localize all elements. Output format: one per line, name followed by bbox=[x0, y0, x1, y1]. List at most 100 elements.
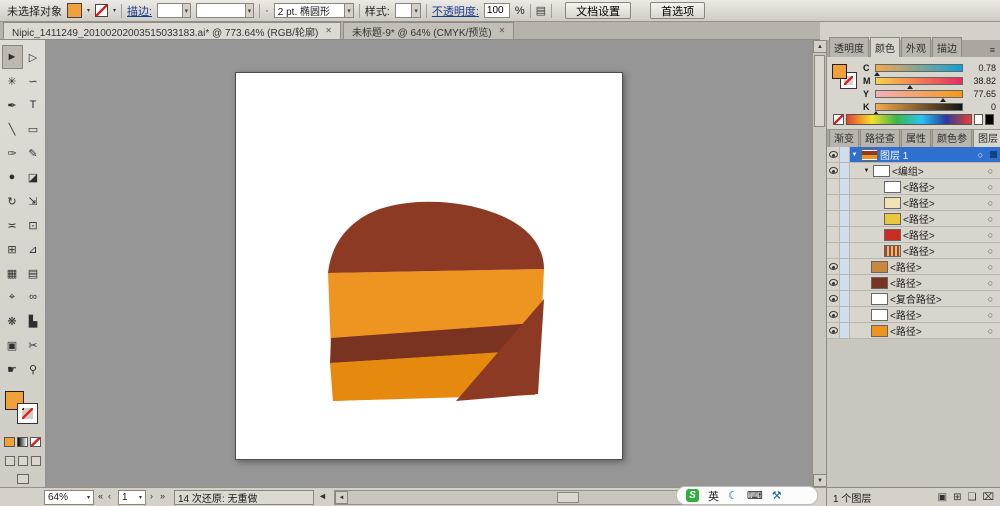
target-circle-icon[interactable]: ○ bbox=[984, 182, 997, 192]
first-page-button[interactable]: « bbox=[98, 491, 103, 501]
shape-builder-tool[interactable]: ⊞ bbox=[2, 237, 23, 261]
blend-tool[interactable]: ∞ bbox=[23, 285, 44, 309]
mesh-tool[interactable]: ▦ bbox=[2, 261, 23, 285]
selection-tool[interactable]: ► bbox=[2, 45, 23, 69]
variable-width-select[interactable]: ▾ bbox=[196, 3, 254, 18]
visibility-toggle[interactable] bbox=[827, 163, 840, 178]
opacity-input[interactable] bbox=[484, 3, 510, 18]
layer-row-path[interactable]: <路径> ○ bbox=[827, 179, 1000, 195]
lock-column[interactable] bbox=[840, 179, 850, 194]
sogou-logo-icon[interactable]: S bbox=[686, 489, 699, 502]
black-swatch[interactable] bbox=[985, 114, 994, 125]
zoom-tool[interactable]: ⚲ bbox=[23, 357, 44, 381]
next-page-button[interactable]: › bbox=[150, 491, 153, 501]
blob-brush-tool[interactable]: ● bbox=[2, 165, 23, 189]
artboard-tool[interactable]: ▣ bbox=[2, 333, 23, 357]
document-setup-button[interactable]: 文档设置 bbox=[565, 2, 631, 19]
lock-column[interactable] bbox=[840, 163, 850, 178]
tab-layers[interactable]: 图层 bbox=[973, 127, 1000, 147]
fill-dropdown-arrow[interactable]: ▾ bbox=[87, 7, 90, 14]
layer-label[interactable]: <复合路径> bbox=[890, 291, 982, 306]
layer-row-path[interactable]: <路径> ○ bbox=[827, 275, 1000, 291]
layer-label[interactable]: <路径> bbox=[903, 179, 982, 194]
slider-marker[interactable] bbox=[907, 85, 913, 89]
draw-inside-mode[interactable] bbox=[31, 456, 41, 466]
layer-row-path[interactable]: <路径> ○ bbox=[827, 307, 1000, 323]
visibility-toggle[interactable] bbox=[827, 323, 840, 338]
target-circle-icon[interactable]: ○ bbox=[984, 262, 997, 272]
visibility-toggle[interactable] bbox=[827, 147, 840, 162]
close-icon[interactable]: ✕ bbox=[325, 27, 332, 35]
yellow-value[interactable]: 77.65 bbox=[966, 89, 996, 99]
target-circle-icon[interactable]: ○ bbox=[984, 198, 997, 208]
preferences-button[interactable]: 首选项 bbox=[650, 2, 705, 19]
cyan-slider[interactable] bbox=[875, 64, 963, 72]
layer-row-path[interactable]: <路径> ○ bbox=[827, 195, 1000, 211]
expand-arrow-icon[interactable]: ▼ bbox=[862, 168, 871, 174]
layer-row-group[interactable]: ▼ <编组> ○ bbox=[827, 163, 1000, 179]
yellow-slider[interactable] bbox=[875, 90, 963, 98]
layer-label[interactable]: 图层 1 bbox=[880, 147, 972, 162]
brush-definition-select[interactable]: 2 pt. 椭圆形▾ bbox=[274, 3, 354, 18]
page-number-select[interactable]: 1 ▾ bbox=[118, 490, 146, 505]
make-mask-icon[interactable]: ▣ bbox=[938, 492, 947, 503]
opacity-panel-link[interactable]: 不透明度: bbox=[432, 3, 479, 19]
visibility-toggle[interactable] bbox=[827, 307, 840, 322]
lock-column[interactable] bbox=[840, 291, 850, 306]
target-circle-icon[interactable]: ○ bbox=[984, 230, 997, 240]
lock-column[interactable] bbox=[840, 243, 850, 258]
document-tab-1[interactable]: Nipic_1411249_20100202003515033183.ai* @… bbox=[3, 22, 341, 39]
tab-color-guide[interactable]: 颜色参 bbox=[932, 127, 972, 147]
stroke-weight-select[interactable]: ▾ bbox=[157, 3, 191, 18]
scroll-down-icon[interactable]: ▼ bbox=[813, 474, 827, 487]
color-button[interactable] bbox=[4, 437, 15, 447]
visibility-toggle[interactable] bbox=[827, 179, 840, 194]
new-layer-icon[interactable]: ❏ bbox=[968, 492, 977, 503]
white-swatch[interactable] bbox=[974, 114, 983, 125]
target-circle-icon[interactable]: ○ bbox=[984, 310, 997, 320]
layer-row-path[interactable]: <路径> ○ bbox=[827, 243, 1000, 259]
target-circle-icon[interactable]: ○ bbox=[984, 278, 997, 288]
lock-column[interactable] bbox=[840, 211, 850, 226]
cake-top-dome[interactable] bbox=[328, 202, 544, 273]
recolor-artwork-icon[interactable]: ▤ bbox=[536, 4, 546, 17]
column-graph-tool[interactable]: ▙ bbox=[23, 309, 44, 333]
none-swatch[interactable] bbox=[833, 114, 844, 125]
layer-row-path[interactable]: <路径> ○ bbox=[827, 259, 1000, 275]
lock-column[interactable] bbox=[840, 195, 850, 210]
prev-page-button[interactable]: ‹ bbox=[108, 491, 111, 501]
draw-normal-mode[interactable] bbox=[5, 456, 15, 466]
new-sublayer-icon[interactable]: ⊞ bbox=[953, 492, 961, 503]
hand-tool[interactable]: ☛ bbox=[2, 357, 23, 381]
tab-color[interactable]: 颜色 bbox=[870, 37, 900, 57]
slider-marker[interactable] bbox=[874, 72, 880, 76]
cake-illustration[interactable] bbox=[236, 73, 624, 461]
expand-arrow-icon[interactable]: ▼ bbox=[850, 152, 859, 158]
layer-row-path[interactable]: <路径> ○ bbox=[827, 211, 1000, 227]
vertical-scroll-thumb[interactable] bbox=[814, 55, 825, 127]
eraser-tool[interactable]: ◪ bbox=[23, 165, 44, 189]
vertical-scrollbar[interactable]: ▲ ▼ bbox=[812, 40, 826, 487]
cyan-value[interactable]: 0.78 bbox=[966, 63, 996, 73]
width-tool[interactable]: ≍ bbox=[2, 213, 23, 237]
last-page-button[interactable]: » bbox=[160, 491, 165, 501]
draw-behind-mode[interactable] bbox=[18, 456, 28, 466]
black-value[interactable]: 0 bbox=[966, 102, 996, 112]
lock-column[interactable] bbox=[840, 227, 850, 242]
stroke-panel-link[interactable]: 描边: bbox=[127, 3, 152, 19]
keyboard-icon[interactable]: ⌨ bbox=[747, 489, 763, 502]
layer-row-compound-path[interactable]: <复合路径> ○ bbox=[827, 291, 1000, 307]
target-circle-icon[interactable]: ○ bbox=[984, 294, 997, 304]
target-circle-icon[interactable]: ○ bbox=[974, 150, 987, 160]
zoom-level-select[interactable]: 64% ▾ bbox=[44, 490, 94, 505]
color-spectrum-bar[interactable] bbox=[846, 114, 972, 125]
lock-column[interactable] bbox=[840, 323, 850, 338]
fill-stroke-indicator[interactable] bbox=[3, 389, 43, 429]
type-tool[interactable]: T bbox=[23, 93, 44, 117]
visibility-toggle[interactable] bbox=[827, 227, 840, 242]
pencil-tool[interactable]: ✎ bbox=[23, 141, 44, 165]
layer-label[interactable]: <路径> bbox=[903, 227, 982, 242]
free-transform-tool[interactable]: ⊡ bbox=[23, 213, 44, 237]
slider-marker[interactable] bbox=[940, 98, 946, 102]
moon-icon[interactable]: ☾ bbox=[728, 489, 738, 502]
